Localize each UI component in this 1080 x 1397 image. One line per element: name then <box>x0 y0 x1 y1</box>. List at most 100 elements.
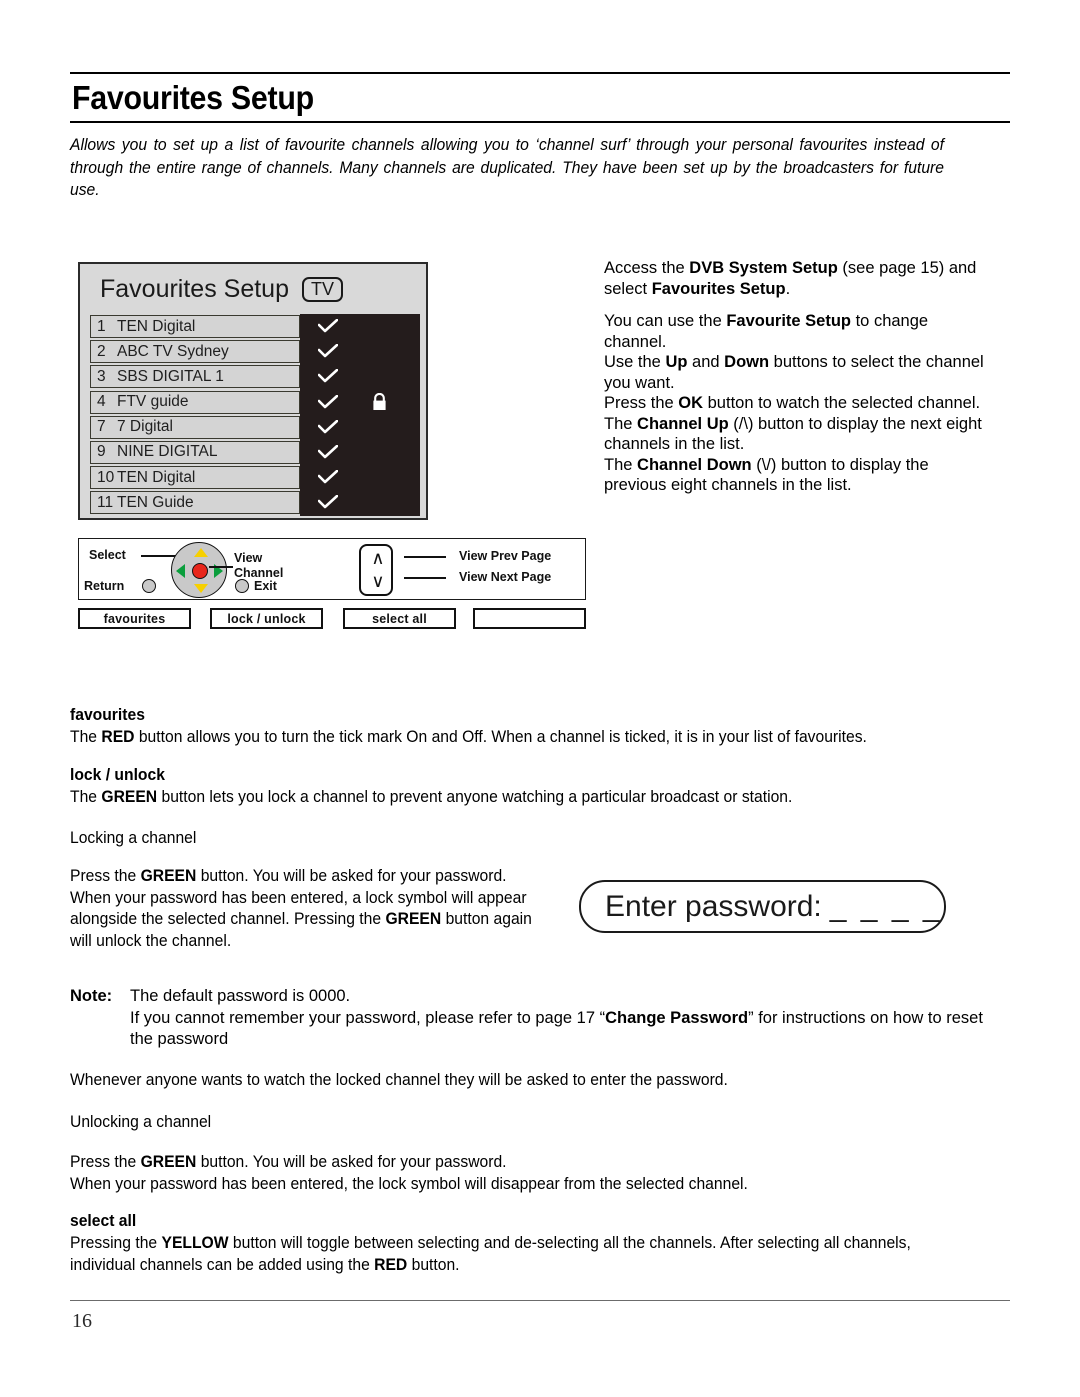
check-icon <box>317 369 339 383</box>
section-press-green-2: Press the GREEN button. You will be aske… <box>70 1152 995 1195</box>
page-updown-buttons[interactable]: ∧ ∨ <box>359 544 393 596</box>
channel-row-status <box>300 339 420 365</box>
instruction-para-3: Use the Up and Down buttons to select th… <box>604 353 984 392</box>
select-all-button[interactable]: select all <box>343 608 456 629</box>
tv-screen-header: Favourites Setup TV <box>80 268 430 310</box>
exit-button-icon[interactable] <box>235 579 249 593</box>
footer-rule <box>70 1300 1010 1301</box>
note-line-2: If you cannot remember your password, pl… <box>130 1008 983 1049</box>
section-favourites: favourites The RED button allows you to … <box>70 706 995 749</box>
page-title: Favourites Setup <box>72 79 314 116</box>
section-lock-unlock: lock / unlock The GREEN button lets you … <box>70 766 995 809</box>
channel-number: 10 <box>97 468 115 486</box>
instruction-para-4: Press the OK button to watch the selecte… <box>604 394 981 412</box>
channel-number: 7 <box>97 418 106 436</box>
channel-label: Channel <box>234 566 284 580</box>
press-green-2-line-1: Press the GREEN button. You will be aske… <box>70 1153 507 1171</box>
section-select-all: select all Pressing the YELLOW button wi… <box>70 1212 995 1276</box>
channel-row[interactable]: 2 ABC TV Sydney <box>90 339 420 365</box>
channel-row[interactable]: 9 NINE DIGITAL <box>90 439 420 466</box>
check-icon <box>317 343 339 358</box>
enter-password-label: Enter password: <box>605 889 822 923</box>
exit-label: Exit <box>254 579 277 593</box>
channel-row-label: 3 SBS DIGITAL 1 <box>90 365 300 389</box>
view-channel-leader-line <box>209 566 233 568</box>
section-whenever: Whenever anyone wants to watch the locke… <box>70 1070 995 1092</box>
lock-icon <box>372 392 387 411</box>
channel-row[interactable]: 4 FTV guide <box>90 389 420 415</box>
channel-row-status <box>300 490 420 516</box>
prev-page-leader-line <box>404 556 446 558</box>
channel-row-label: 1 TEN Digital <box>90 315 300 338</box>
return-button-icon[interactable] <box>142 579 156 593</box>
view-prev-page-label: View Prev Page <box>459 549 552 563</box>
channel-number: 4 <box>97 393 106 411</box>
chevron-up-icon[interactable]: ∧ <box>361 547 395 571</box>
section-locking-a-channel: Locking a channel <box>70 828 995 850</box>
section-unlocking-a-channel: Unlocking a channel <box>70 1112 995 1134</box>
dpad-up-arrow-icon[interactable] <box>194 548 208 557</box>
channel-row[interactable]: 7 7 Digital <box>90 414 420 440</box>
dpad-down-arrow-icon[interactable] <box>194 584 208 593</box>
channel-row[interactable]: 3 SBS DIGITAL 1 <box>90 364 420 390</box>
channel-name: NINE DIGITAL <box>117 443 218 461</box>
channel-name: SBS DIGITAL 1 <box>117 367 224 385</box>
check-icon <box>317 394 339 409</box>
channel-row[interactable]: 1 TEN Digital <box>90 314 420 340</box>
press-green-text: Press the GREEN button. You will be aske… <box>70 867 532 950</box>
section-select-all-text: Pressing the YELLOW button will toggle b… <box>70 1234 911 1274</box>
note-label: Note: <box>70 987 113 1005</box>
instruction-para-6: The Channel Down (\/) button to display … <box>604 455 929 495</box>
channel-name: ABC TV Sydney <box>117 342 229 360</box>
channel-row-label: 9 NINE DIGITAL <box>90 440 300 464</box>
locking-a-channel-text: Locking a channel <box>70 829 197 847</box>
channel-list: 1 TEN Digital 2 ABC TV Sydney 3 SBS DIGITAL 1… <box>90 314 420 516</box>
channel-name: TEN Guide <box>117 493 194 511</box>
lock-unlock-button[interactable]: lock / unlock <box>210 608 323 629</box>
dpad-icon[interactable] <box>171 542 227 598</box>
check-icon <box>317 495 339 509</box>
channel-row-status <box>300 465 420 491</box>
channel-name: TEN Digital <box>117 317 196 335</box>
channel-row-status <box>300 414 420 440</box>
view-label: View <box>234 551 263 565</box>
section-favourites-heading: favourites <box>70 706 145 724</box>
blank-button[interactable] <box>473 608 586 629</box>
check-icon <box>317 318 339 333</box>
manual-page: Favourites Setup Allows you to set up a … <box>0 0 1080 1397</box>
favourites-button[interactable]: favourites <box>78 608 191 629</box>
channel-row[interactable]: 11 TEN Guide <box>90 490 420 516</box>
enter-password-dialog: Enter password: _ _ _ _ <box>579 880 946 933</box>
instruction-para-1: Access the DVB System Setup (see page 15… <box>604 259 977 298</box>
channel-number: 3 <box>97 367 106 385</box>
intro-paragraph: Allows you to set up a list of favourite… <box>70 136 944 199</box>
note-line-1: The default password is 0000. <box>130 987 351 1005</box>
password-field-placeholder[interactable]: _ _ _ _ <box>830 890 943 924</box>
channel-row-status <box>300 364 420 390</box>
dpad-left-arrow-icon[interactable] <box>176 564 185 578</box>
page-number: 16 <box>72 1310 92 1332</box>
channel-name: 7 Digital <box>117 418 173 436</box>
channel-row[interactable]: 10 TEN Digital <box>90 465 420 491</box>
channel-row-label: 4 FTV guide <box>90 390 300 414</box>
channel-row-label: 2 ABC TV Sydney <box>90 340 300 364</box>
channel-name: TEN Digital <box>117 468 196 486</box>
channel-row-label: 11 TEN Guide <box>90 491 300 515</box>
section-favourites-text: The RED button allows you to turn the ti… <box>70 728 867 746</box>
channel-number: 11 <box>97 493 114 511</box>
section-lock-unlock-heading: lock / unlock <box>70 766 165 784</box>
section-note: Note: The default password is 0000. If y… <box>70 986 995 1051</box>
check-icon <box>317 444 339 459</box>
channel-row-status <box>300 389 420 415</box>
tv-mode-badge: TV <box>302 276 344 302</box>
instruction-para-2: You can use the Favourite Setup to chang… <box>604 312 929 351</box>
channel-row-status <box>300 314 420 340</box>
tv-screen-mockup: Favourites Setup TV 1 TEN Digital 2 ABC TV … <box>78 262 428 520</box>
section-select-all-heading: select all <box>70 1212 137 1230</box>
check-icon <box>317 469 339 484</box>
chevron-down-icon[interactable]: ∨ <box>361 570 395 594</box>
whenever-text: Whenever anyone wants to watch the locke… <box>70 1071 728 1089</box>
check-icon <box>317 419 339 434</box>
channel-row-label: 7 7 Digital <box>90 415 300 439</box>
ok-button-icon[interactable] <box>192 563 208 579</box>
